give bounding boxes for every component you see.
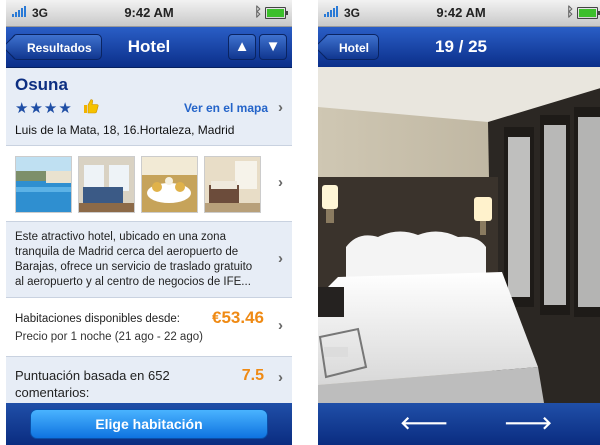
- clock: 9:42 AM: [124, 5, 174, 20]
- price-detail: Precio por 1 noche (21 ago - 22 ago): [15, 331, 203, 343]
- clock: 9:42 AM: [436, 5, 486, 20]
- battery-icon: [265, 7, 288, 19]
- price-amount: €53.46: [212, 308, 264, 327]
- rating-score: 7.5: [241, 367, 264, 384]
- chevron-right-icon: ›: [278, 369, 283, 386]
- chevron-right-icon: ›: [278, 174, 283, 191]
- hotel-description[interactable]: Este atractivo hotel, ubicado en una zon…: [6, 222, 292, 298]
- photo-gallery-screen: 3G 9:42 AM ᛒ Hotel 19 / 25 🡐 🡒: [318, 0, 600, 445]
- star-icon: ★★★★: [15, 100, 73, 117]
- photo-strip[interactable]: ›: [6, 146, 292, 222]
- arrow-down-icon[interactable]: ▼: [259, 34, 287, 60]
- nav-bar: Resultados Hotel ▲ ▼: [6, 27, 292, 68]
- bluetooth-icon: ᛒ: [566, 4, 574, 19]
- hotel-address: Luis de la Mata, 18, 16.Hortaleza, Madri…: [15, 123, 235, 137]
- back-button-label: Hotel: [339, 41, 369, 55]
- price-label: Habitaciones disponibles desde:: [15, 313, 180, 325]
- rating-row[interactable]: Puntuación basada en 652 comentarios: 7.…: [6, 357, 292, 407]
- hotel-room-photo[interactable]: [318, 67, 600, 403]
- arrow-right-icon[interactable]: 🡒: [504, 413, 552, 434]
- bottom-toolbar: Elige habitación: [6, 403, 292, 445]
- battery-icon: [577, 7, 600, 19]
- chevron-right-icon: ›: [278, 317, 283, 334]
- arrow-up-icon[interactable]: ▲: [228, 34, 256, 60]
- thumbs-up-icon: [84, 99, 99, 114]
- description-text: Este atractivo hotel, ubicado en una zon…: [15, 231, 253, 288]
- hotel-detail-screen: 3G 9:42 AM ᛒ Resultados Hotel ▲ ▼ Osuna …: [6, 0, 292, 445]
- nav-bar: Hotel 19 / 25: [318, 27, 600, 68]
- photo-toolbar: 🡐 🡒: [318, 403, 600, 445]
- back-button-label: Resultados: [27, 41, 92, 55]
- status-bar: 3G 9:42 AM ᛒ: [318, 0, 600, 27]
- choose-room-button[interactable]: Elige habitación: [30, 409, 268, 439]
- status-bar: 3G 9:42 AM ᛒ: [6, 0, 292, 27]
- map-link[interactable]: Ver en el mapa: [184, 101, 268, 115]
- hotel-name: Osuna: [15, 75, 68, 94]
- arrow-left-icon[interactable]: 🡐: [400, 413, 448, 434]
- hotel-photo-thumb[interactable]: [15, 156, 72, 213]
- hotel-photo-thumb[interactable]: [141, 156, 198, 213]
- hotel-photo-thumb[interactable]: [204, 156, 261, 213]
- hotel-header[interactable]: Osuna ★★★★ Ver en el mapa › Luis de la M…: [6, 68, 292, 146]
- hotel-photo-thumb[interactable]: [78, 156, 135, 213]
- bluetooth-icon: ᛒ: [254, 4, 262, 19]
- price-row[interactable]: Habitaciones disponibles desde: €53.46 P…: [6, 298, 292, 357]
- chevron-right-icon: ›: [278, 250, 283, 267]
- rating-label: Puntuación basada en 652 comentarios:: [15, 368, 170, 400]
- chevron-right-icon: ›: [278, 99, 283, 116]
